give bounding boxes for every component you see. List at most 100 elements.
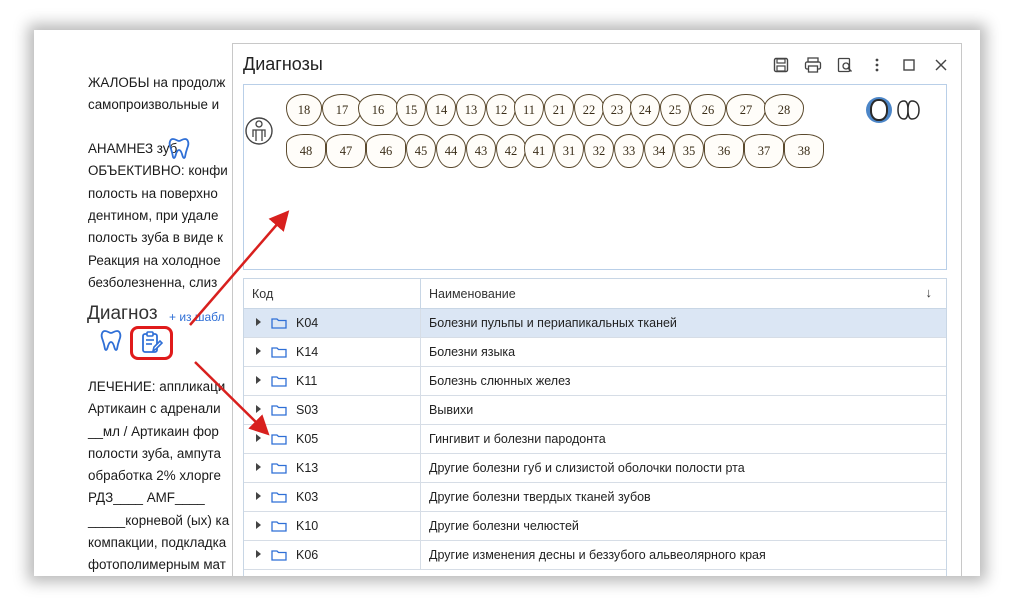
tooth-38[interactable]: 38	[784, 134, 824, 168]
tooth-icon[interactable]	[168, 136, 190, 160]
diagnoses-table: Код Наименование ↓ K04 Болезни пульпы и п…	[243, 278, 947, 576]
tooth-47[interactable]: 47	[326, 134, 366, 168]
view-mode-icon[interactable]	[896, 99, 922, 121]
tooth-23[interactable]: 23	[602, 94, 632, 126]
doc-line: ОБЪЕКТИВНО: конфи	[88, 163, 228, 178]
diagnosis-name: Болезни языка	[429, 345, 516, 359]
table-row[interactable]: K13 Другие болезни губ и слизистой оболоч…	[244, 454, 946, 483]
doc-line: Артикаин с адренали	[88, 401, 221, 416]
tooth-33[interactable]: 33	[614, 134, 644, 168]
tooth-18[interactable]: 18	[286, 94, 322, 126]
preview-icon[interactable]	[831, 54, 859, 76]
tooth-12[interactable]: 12	[486, 94, 516, 126]
table-row[interactable]: K11 Болезнь слюнных желез	[244, 367, 946, 396]
view-mode-selected-icon[interactable]	[866, 97, 892, 123]
folder-icon	[271, 521, 287, 532]
expand-arrow-icon[interactable]	[256, 376, 261, 384]
tooth-45[interactable]: 45	[406, 134, 436, 168]
tooth-14[interactable]: 14	[426, 94, 456, 126]
diagnosis-name: Другие болезни челюстей	[429, 519, 579, 533]
doc-line: полости зуба, ампута	[88, 446, 221, 461]
expand-arrow-icon[interactable]	[256, 521, 261, 529]
tooth-46[interactable]: 46	[366, 134, 406, 168]
tooth-43[interactable]: 43	[466, 134, 496, 168]
medical-record-document: ЖАЛОБЫ на продолж самопроизвольные и АНА…	[48, 44, 238, 574]
print-icon[interactable]	[799, 54, 827, 76]
tooth-44[interactable]: 44	[436, 134, 466, 168]
tooth-48[interactable]: 48	[286, 134, 326, 168]
expand-arrow-icon[interactable]	[256, 318, 261, 326]
tooth-31[interactable]: 31	[554, 134, 584, 168]
table-row[interactable]: S03 Вывихи	[244, 396, 946, 425]
column-header-name[interactable]: Наименование	[429, 287, 516, 301]
expand-arrow-icon[interactable]	[256, 347, 261, 355]
tooth-11[interactable]: 11	[514, 94, 544, 126]
save-icon[interactable]	[767, 54, 795, 76]
table-row[interactable]: K06 Другие изменения десны и беззубого ал…	[244, 541, 946, 570]
tooth-37[interactable]: 37	[744, 134, 784, 168]
folder-icon	[271, 550, 287, 561]
expand-arrow-icon[interactable]	[256, 405, 261, 413]
doc-line: ЛЕЧЕНИЕ: аппликаци	[88, 379, 226, 394]
table-row[interactable]: K03 Другие болезни твердых тканей зубов	[244, 483, 946, 512]
table-row[interactable]: K10 Другие болезни челюстей	[244, 512, 946, 541]
table-row[interactable]: K05 Гингивит и болезни пародонта	[244, 425, 946, 454]
expand-arrow-icon[interactable]	[256, 434, 261, 442]
expand-arrow-icon[interactable]	[256, 492, 261, 500]
tooth-35[interactable]: 35	[674, 134, 704, 168]
tooth-25[interactable]: 25	[660, 94, 690, 126]
diagnosis-code: K03	[296, 490, 319, 504]
diagnosis-code: K14	[296, 345, 319, 359]
doc-line: дентином, при удале	[88, 208, 219, 223]
folder-icon	[271, 463, 287, 474]
doc-line: ЖАЛОБЫ на продолж	[88, 75, 226, 90]
tooth-21[interactable]: 21	[544, 94, 574, 126]
diagnoses-dialog: Диагнозы 18 17 16 15 14 13 12 11 21 22 2…	[232, 43, 962, 576]
expand-arrow-icon[interactable]	[256, 463, 261, 471]
tooth-22[interactable]: 22	[574, 94, 604, 126]
tooth-17[interactable]: 17	[322, 94, 362, 126]
sort-down-icon[interactable]: ↓	[926, 285, 933, 300]
tooth-42[interactable]: 42	[496, 134, 526, 168]
doc-line: РДЗ____ AMF____	[88, 490, 205, 505]
table-row[interactable]: K14 Болезни языка	[244, 338, 946, 367]
maximize-icon[interactable]	[895, 54, 923, 76]
doc-line: компакции, подкладка	[88, 535, 227, 550]
patient-icon[interactable]	[244, 115, 274, 147]
from-template-link[interactable]: + из шабл	[169, 306, 225, 328]
table-row[interactable]: K04 Болезни пульпы и периапикальных ткане…	[244, 309, 946, 338]
diagnosis-name: Другие изменения десны и беззубого альве…	[429, 548, 766, 562]
diagnosis-heading: Диагноз	[87, 303, 158, 324]
diagnosis-list-button[interactable]	[130, 326, 173, 360]
doc-line: АНАМНЕЗ зуб	[88, 141, 178, 156]
tooth-13[interactable]: 13	[456, 94, 486, 126]
doc-line: фотополимерным мат	[88, 557, 226, 572]
folder-icon	[271, 405, 287, 416]
tooth-41[interactable]: 41	[524, 134, 554, 168]
folder-icon	[271, 376, 287, 387]
tooth-28[interactable]: 28	[764, 94, 804, 126]
doc-line: обработка 2% хлорге	[88, 468, 221, 483]
diagnosis-code: K11	[296, 374, 318, 388]
folder-icon	[271, 318, 287, 329]
dental-chart: 18 17 16 15 14 13 12 11 21 22 23 24 25 26 27 28 48 47 46 4…	[243, 84, 947, 270]
tooth-36[interactable]: 36	[704, 134, 744, 168]
column-header-code[interactable]: Код	[252, 287, 273, 301]
doc-line: _____корневой (ых) ка	[88, 513, 230, 528]
diagnosis-code: K13	[296, 461, 319, 475]
tooth-26[interactable]: 26	[690, 94, 726, 126]
tooth-24[interactable]: 24	[630, 94, 660, 126]
tooth-chart-button[interactable]	[100, 328, 122, 352]
doc-line: Реакция на холодное	[88, 253, 221, 268]
diagnosis-code: S03	[296, 403, 319, 417]
diagnosis-name: Гингивит и болезни пародонта	[429, 432, 606, 446]
close-icon[interactable]	[927, 54, 955, 76]
tooth-27[interactable]: 27	[726, 94, 766, 126]
tooth-32[interactable]: 32	[584, 134, 614, 168]
tooth-15[interactable]: 15	[396, 94, 426, 126]
more-icon[interactable]	[863, 54, 891, 76]
doc-line: полость зуба в виде к	[88, 230, 223, 245]
tooth-34[interactable]: 34	[644, 134, 674, 168]
expand-arrow-icon[interactable]	[256, 550, 261, 558]
tooth-16[interactable]: 16	[358, 94, 398, 126]
